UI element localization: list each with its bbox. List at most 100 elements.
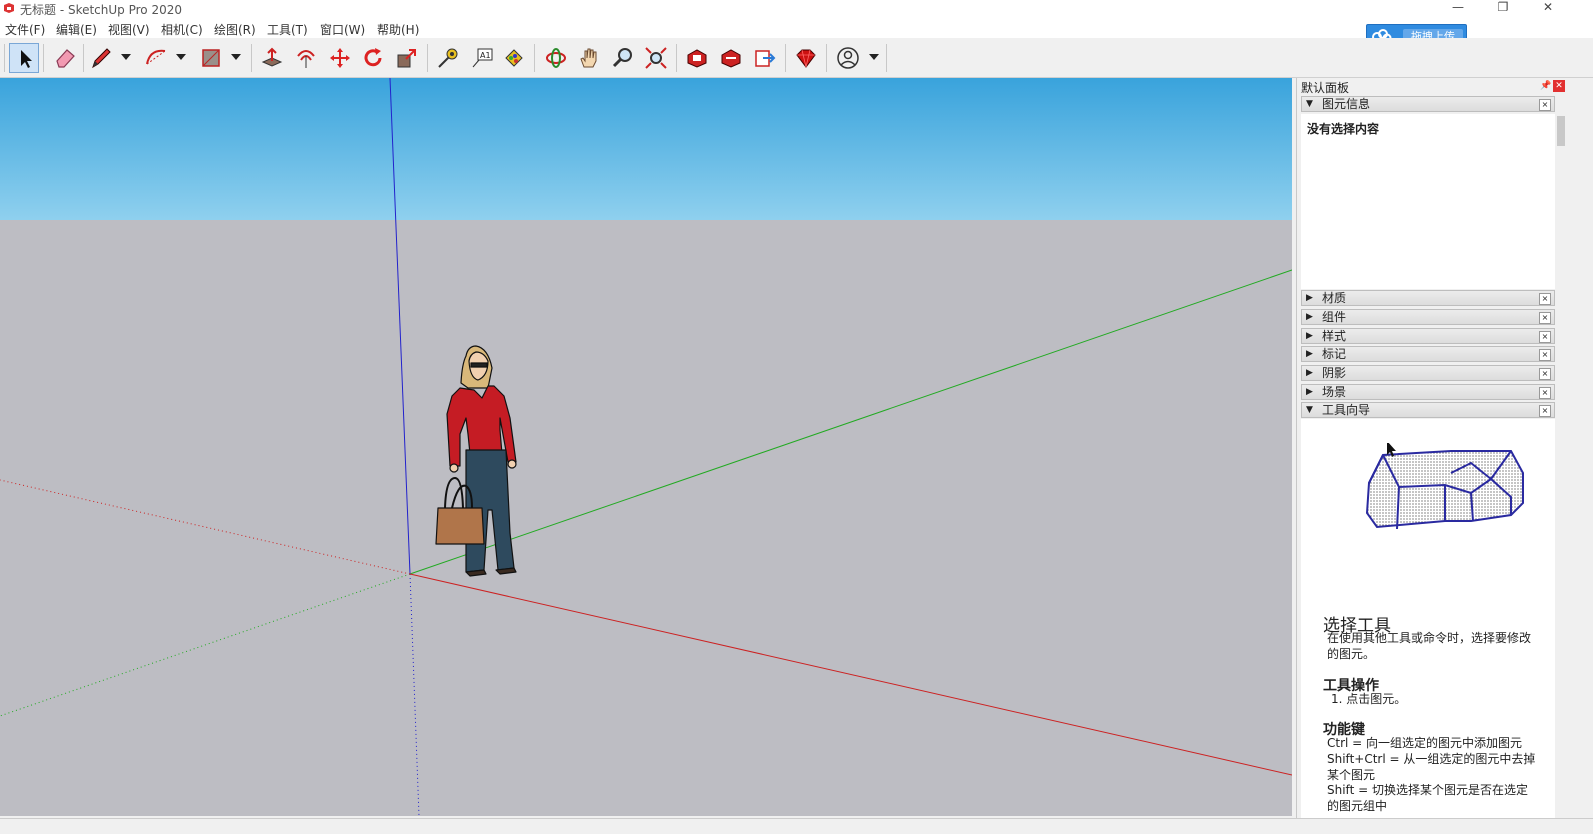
offset-icon: [297, 50, 315, 68]
section-label: 工具向导: [1322, 403, 1371, 417]
section-entity-info[interactable]: ▼ 图元信息 ×: [1301, 96, 1555, 112]
section-materials[interactable]: ▶ 材质 ×: [1301, 290, 1555, 306]
tray-scrollbar[interactable]: [1555, 96, 1567, 818]
zoom-extents-tool-button[interactable]: [641, 43, 671, 73]
menu-view[interactable]: 视图(V): [108, 21, 150, 38]
account-button[interactable]: [833, 43, 863, 73]
section-close-icon[interactable]: ×: [1539, 405, 1551, 417]
zoom-tool-button[interactable]: [608, 43, 638, 73]
section-instructor[interactable]: ▼ 工具向导 ×: [1301, 402, 1555, 418]
toolbar-separator: [83, 44, 84, 72]
move-tool-button[interactable]: [325, 43, 355, 73]
send-to-layout-icon: [755, 50, 776, 67]
section-shadows[interactable]: ▶ 阴影 ×: [1301, 365, 1555, 381]
menu-draw[interactable]: 绘图(R): [214, 21, 256, 38]
select-tool-button[interactable]: [9, 43, 39, 73]
rectangle-dropdown[interactable]: [229, 43, 243, 73]
arc-dropdown[interactable]: [174, 43, 188, 73]
text-tool-button[interactable]: A1: [467, 43, 497, 73]
extension-warehouse-tool-button[interactable]: [716, 43, 746, 73]
move-arrows-icon: [330, 48, 350, 68]
section-label: 场景: [1322, 385, 1347, 399]
sky: [0, 78, 1292, 220]
toolbar-separator: [826, 44, 827, 72]
tray-close-icon[interactable]: ✕: [1553, 80, 1565, 92]
toolbar-separator: [785, 44, 786, 72]
toolbar-separator: [43, 44, 44, 72]
section-close-icon[interactable]: ×: [1539, 387, 1551, 399]
section-scenes[interactable]: ▶ 场景 ×: [1301, 384, 1555, 400]
section-close-icon[interactable]: ×: [1539, 99, 1551, 111]
scale-tool-button[interactable]: [392, 43, 422, 73]
rotate-icon: [364, 48, 382, 67]
extension-warehouse-icon: [721, 49, 741, 68]
ruby-gem-icon: [796, 49, 816, 68]
section-styles[interactable]: ▶ 样式 ×: [1301, 328, 1555, 344]
no-selection-text: 没有选择内容: [1307, 122, 1380, 136]
warehouse-icon: [687, 49, 707, 68]
toolbar-separator: [534, 44, 535, 72]
menu-file[interactable]: 文件(F): [5, 21, 45, 38]
toolbar-separator: [251, 44, 252, 72]
title-bar: 无标题 - SketchUp Pro 2020 — ❐ ✕: [0, 0, 1593, 18]
arc-tool-button[interactable]: [141, 43, 171, 73]
collapsed-arrow-icon: ▶: [1306, 293, 1313, 303]
pin-icon[interactable]: 📌: [1540, 81, 1551, 91]
section-close-icon[interactable]: ×: [1539, 312, 1551, 324]
pencil-tool-button[interactable]: [86, 43, 116, 73]
section-close-icon[interactable]: ×: [1539, 331, 1551, 343]
chevron-down-icon: [869, 54, 879, 60]
status-bar: [0, 818, 1593, 834]
modeling-viewport[interactable]: [0, 78, 1292, 816]
eraser-tool-button[interactable]: [50, 43, 80, 73]
tray-title: 默认面板: [1301, 81, 1350, 95]
ruby-console-tool-button[interactable]: [791, 43, 821, 73]
section-close-icon[interactable]: ×: [1539, 349, 1551, 361]
chevron-down-icon: [121, 54, 131, 60]
section-close-icon[interactable]: ×: [1539, 293, 1551, 305]
menu-bar: 文件(F) 编辑(E) 视图(V) 相机(C) 绘图(R) 工具(T) 窗口(W…: [0, 18, 1593, 38]
restore-button[interactable]: ❐: [1485, 0, 1521, 16]
expanded-arrow-icon: ▼: [1306, 99, 1313, 109]
menu-tools[interactable]: 工具(T): [267, 21, 308, 38]
instructor-key-3: Shift = 切换选择某个图元是否在选定的图元组中: [1327, 783, 1528, 813]
scrollbar-thumb[interactable]: [1557, 116, 1565, 146]
rotate-tool-button[interactable]: [358, 43, 388, 73]
toolbar: A1: [0, 38, 1593, 78]
3d-warehouse-tool-button[interactable]: [682, 43, 712, 73]
collapsed-arrow-icon: ▶: [1306, 368, 1313, 378]
chevron-down-icon: [176, 54, 186, 60]
send-to-layout-tool-button[interactable]: [750, 43, 780, 73]
rectangle-tool-button[interactable]: [196, 43, 226, 73]
toolbar-grip: [4, 44, 5, 72]
offset-tool-button[interactable]: [291, 43, 321, 73]
zoom-extents-icon: [645, 47, 667, 69]
eraser-icon: [56, 49, 75, 68]
hand-icon: [580, 48, 597, 68]
menu-camera[interactable]: 相机(C): [161, 21, 203, 38]
tape-measure-tool-button[interactable]: [433, 43, 463, 73]
entity-info-content: 没有选择内容: [1301, 114, 1555, 289]
minimize-button[interactable]: —: [1440, 0, 1476, 16]
paint-bucket-tool-button[interactable]: [499, 43, 529, 73]
menu-help[interactable]: 帮助(H): [377, 21, 419, 38]
scene-canvas[interactable]: [0, 78, 1292, 816]
push-pull-tool-button[interactable]: [257, 43, 287, 73]
orbit-tool-button[interactable]: [541, 43, 571, 73]
section-close-icon[interactable]: ×: [1539, 368, 1551, 380]
menu-window[interactable]: 窗口(W): [320, 21, 365, 38]
arrow-cursor-icon: [21, 50, 32, 68]
section-tags[interactable]: ▶ 标记 ×: [1301, 346, 1555, 362]
account-dropdown[interactable]: [867, 43, 881, 73]
menu-edit[interactable]: 编辑(E): [56, 21, 97, 38]
pan-tool-button[interactable]: [574, 43, 604, 73]
close-button[interactable]: ✕: [1530, 0, 1566, 16]
chevron-down-icon: [231, 54, 241, 60]
rectangle-icon: [202, 49, 220, 67]
orbit-icon: [546, 48, 566, 68]
collapsed-arrow-icon: ▶: [1306, 349, 1313, 359]
toolbar-separator: [676, 44, 677, 72]
pencil-dropdown[interactable]: [119, 43, 133, 73]
section-components[interactable]: ▶ 组件 ×: [1301, 309, 1555, 325]
collapsed-arrow-icon: ▶: [1306, 312, 1313, 322]
